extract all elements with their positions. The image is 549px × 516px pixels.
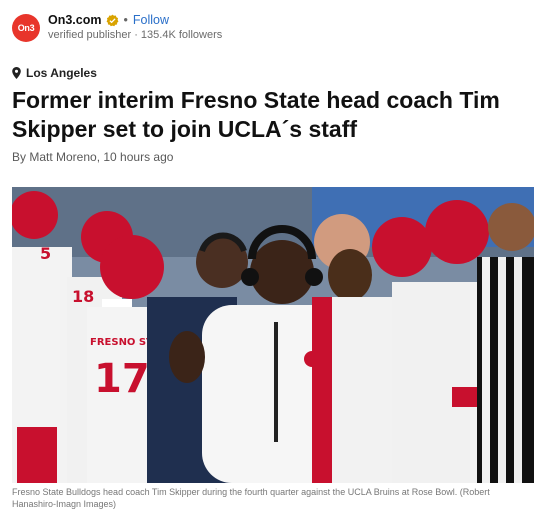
article-photo[interactable]: 5 18 FRESNO ST 17 (12, 187, 534, 483)
verified-badge-icon (106, 14, 118, 27)
article-headline[interactable]: Former interim Fresno State head coach T… (12, 86, 532, 144)
jersey-number-5: 5 (40, 244, 51, 263)
jersey-number-17: 17 (94, 356, 150, 402)
location-tag: Los Angeles (12, 66, 97, 80)
follow-button[interactable]: Follow (133, 13, 169, 28)
publisher-logo[interactable]: On3 (12, 14, 40, 42)
publisher-name[interactable]: On3.com (48, 13, 102, 28)
photo-scene: 5 18 FRESNO ST 17 (12, 187, 534, 483)
photo-caption: Fresno State Bulldogs head coach Tim Ski… (12, 487, 490, 509)
jersey-text: FRESNO ST (90, 337, 153, 348)
publisher-meta: verified publisher · 135.4K followers (48, 29, 223, 41)
separator-dot: • (123, 13, 128, 27)
publisher-header: On3 On3.com • Follow verified publisher … (12, 12, 222, 44)
article-byline: By Matt Moreno, 10 hours ago (12, 150, 174, 164)
location-label: Los Angeles (26, 66, 97, 80)
jersey-number-18: 18 (72, 287, 94, 306)
location-pin-icon (12, 67, 21, 79)
